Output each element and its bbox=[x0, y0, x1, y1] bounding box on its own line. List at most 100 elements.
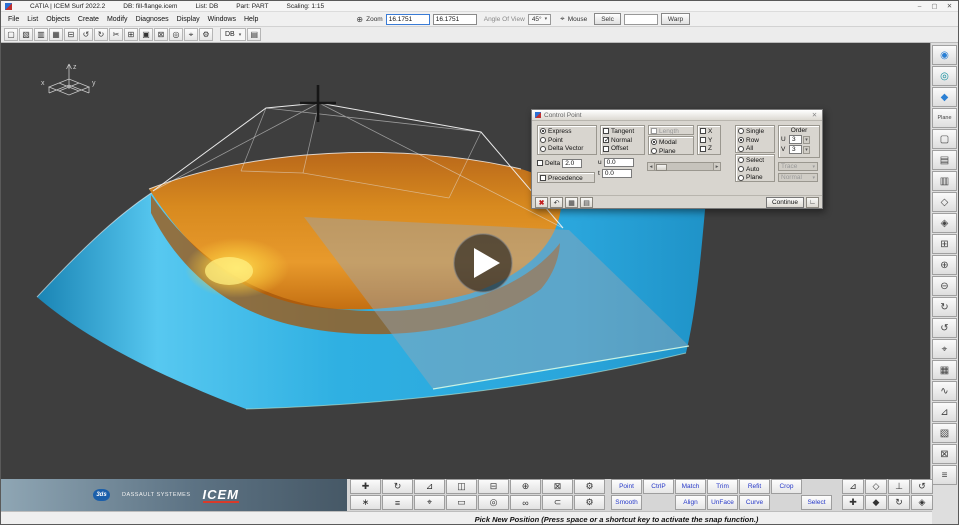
orbit-view-icon[interactable]: ◉ bbox=[932, 45, 957, 65]
checkbox-precedence[interactable]: Precedence bbox=[540, 174, 592, 183]
menu-create[interactable]: Create bbox=[74, 15, 103, 24]
radio-plane-select[interactable]: Plane bbox=[738, 174, 772, 183]
menu-list[interactable]: List bbox=[23, 15, 42, 24]
slider-track[interactable] bbox=[655, 162, 713, 171]
trim-button[interactable]: Trim bbox=[707, 479, 738, 494]
menu-diagnoses[interactable]: Diagnoses bbox=[132, 15, 173, 24]
db-dropdown[interactable]: DB ▾ bbox=[220, 28, 247, 41]
zoom-in-icon[interactable]: ⊕ bbox=[932, 255, 957, 275]
undo-icon[interactable]: ↺ bbox=[79, 28, 93, 41]
cancel-button[interactable]: ✖ bbox=[535, 197, 548, 208]
copy-icon[interactable]: ⊞ bbox=[124, 28, 138, 41]
minimize-button[interactable]: – bbox=[913, 2, 926, 11]
delta-slider[interactable]: ◂ ▸ bbox=[647, 162, 721, 171]
curve-display-icon[interactable]: ∿ bbox=[932, 381, 957, 401]
maximize-button[interactable]: ▢ bbox=[928, 2, 941, 11]
normal-dropdown[interactable]: Normal ▾ bbox=[778, 173, 818, 182]
refit-button[interactable]: Refit bbox=[739, 479, 770, 494]
link-tool-icon[interactable]: ⊂ bbox=[542, 495, 573, 510]
checkbox-length[interactable]: Length bbox=[651, 127, 691, 136]
rotate-ccw-icon[interactable]: ↺ bbox=[932, 318, 957, 338]
zoom-y-input[interactable] bbox=[432, 13, 477, 25]
close-button[interactable]: ✕ bbox=[943, 2, 956, 11]
clip-plane-icon[interactable]: ⊠ bbox=[932, 444, 957, 464]
align-tool-icon[interactable]: ≡ bbox=[382, 495, 413, 510]
settings-icon[interactable]: ⚙ bbox=[199, 28, 213, 41]
hatch-display-icon[interactable]: ▧ bbox=[932, 423, 957, 443]
checkbox-y[interactable]: Y bbox=[700, 136, 718, 145]
measure-icon[interactable]: ⌖ bbox=[184, 28, 198, 41]
orbit-snap-icon[interactable]: ↺ bbox=[911, 479, 933, 494]
slider-left-icon[interactable]: ◂ bbox=[647, 162, 655, 171]
curve-button[interactable]: Curve bbox=[739, 495, 770, 510]
radio-modal[interactable]: Modal bbox=[651, 138, 691, 147]
zoom-x-input[interactable] bbox=[385, 13, 430, 25]
save-icon[interactable]: ▥ bbox=[34, 28, 48, 41]
mesh-display-icon[interactable]: ⊿ bbox=[932, 402, 957, 422]
checkbox-x[interactable]: X bbox=[700, 127, 718, 136]
dialog-close-icon[interactable]: ✕ bbox=[810, 111, 819, 119]
ctrlp-button[interactable]: CtrlP bbox=[643, 479, 674, 494]
grid-action-icon[interactable]: ▦ bbox=[565, 197, 578, 208]
menu-help[interactable]: Help bbox=[240, 15, 262, 24]
twist-tool-icon[interactable]: ∞ bbox=[510, 495, 541, 510]
axis-y-icon[interactable]: ◇ bbox=[865, 479, 887, 494]
radio-single[interactable]: Single bbox=[738, 127, 772, 136]
checkbox-delta[interactable]: Delta bbox=[537, 159, 560, 168]
view-list-icon[interactable]: ▤ bbox=[247, 28, 262, 41]
checkbox-offset[interactable]: Offset bbox=[603, 145, 642, 154]
layer-list-icon[interactable]: ≡ bbox=[932, 465, 957, 485]
axis-x-icon[interactable]: ⊿ bbox=[842, 479, 864, 494]
radio-auto[interactable]: Auto bbox=[738, 165, 772, 174]
perspective-view-icon[interactable]: ◈ bbox=[932, 213, 957, 233]
redo-icon[interactable]: ↻ bbox=[94, 28, 108, 41]
offset-tool-icon[interactable]: ⊟ bbox=[478, 479, 509, 494]
order-u-value[interactable]: 3 bbox=[789, 135, 802, 144]
snap-x-icon[interactable]: ✚ bbox=[842, 495, 864, 510]
radio-delta-vector[interactable]: Delta Vector bbox=[540, 145, 594, 154]
3d-viewport[interactable]: z x y Control Point ✕ Express Point Delt… bbox=[1, 43, 932, 479]
intersect-tool-icon[interactable]: ⊠ bbox=[542, 479, 573, 494]
undo-action-icon[interactable]: ↶ bbox=[550, 197, 563, 208]
top-view-icon[interactable]: ▢ bbox=[932, 129, 957, 149]
chevron-down-icon[interactable]: ▾ bbox=[803, 135, 810, 144]
radio-row[interactable]: Row bbox=[738, 136, 772, 145]
center-view-icon[interactable]: ⌖ bbox=[932, 339, 957, 359]
play-button-overlay[interactable] bbox=[453, 233, 513, 293]
menu-modify[interactable]: Modify bbox=[103, 15, 132, 24]
dialog-titlebar[interactable]: Control Point ✕ bbox=[532, 110, 822, 121]
paste-icon[interactable]: ▣ bbox=[139, 28, 153, 41]
continue-button[interactable]: Continue bbox=[765, 197, 804, 208]
front-view-icon[interactable]: ▤ bbox=[932, 150, 957, 170]
order-v-value[interactable]: 3 bbox=[789, 145, 802, 154]
radio-point[interactable]: Point bbox=[540, 136, 594, 145]
checkbox-normal[interactable]: Normal bbox=[603, 136, 642, 145]
plane-view-button[interactable]: Plane bbox=[932, 108, 957, 128]
select-button[interactable]: Select bbox=[801, 495, 832, 510]
smooth-button[interactable]: Smooth bbox=[611, 495, 642, 510]
delta-value-field[interactable]: 2.0 bbox=[562, 159, 583, 168]
angle-of-view-select[interactable]: 45° ▾ bbox=[527, 13, 552, 25]
axis-z-icon[interactable]: ⊥ bbox=[888, 479, 910, 494]
options2-tool-icon[interactable]: ⚙ bbox=[574, 495, 605, 510]
t-coordinate-field[interactable]: 0.0 bbox=[601, 169, 632, 178]
match-button[interactable]: Match bbox=[675, 479, 706, 494]
blend-tool-icon[interactable]: ◎ bbox=[478, 495, 509, 510]
align-button[interactable]: Align bbox=[675, 495, 706, 510]
mirror-tool-icon[interactable]: ◫ bbox=[446, 479, 477, 494]
menu-display[interactable]: Display bbox=[173, 15, 204, 24]
flatten-tool-icon[interactable]: ▭ bbox=[446, 495, 477, 510]
zoom-window-icon[interactable]: ⊞ bbox=[932, 234, 957, 254]
move-tool-icon[interactable]: ✚ bbox=[350, 479, 381, 494]
save-all-icon[interactable]: ▦ bbox=[49, 28, 63, 41]
sphere-view-icon[interactable]: ◎ bbox=[932, 66, 957, 86]
scale-tool-icon[interactable]: ⊿ bbox=[414, 479, 445, 494]
selc-value-field[interactable] bbox=[623, 13, 658, 25]
right-view-icon[interactable]: ▥ bbox=[932, 171, 957, 191]
snap-tool-icon[interactable]: ⌖ bbox=[414, 495, 445, 510]
snap-z-icon[interactable]: ↻ bbox=[888, 495, 910, 510]
slider-thumb[interactable] bbox=[656, 164, 667, 171]
checkbox-z[interactable]: Z bbox=[700, 145, 718, 154]
u-coordinate-field[interactable]: 0.0 bbox=[603, 158, 634, 167]
refresh-icon[interactable]: ◎ bbox=[169, 28, 183, 41]
